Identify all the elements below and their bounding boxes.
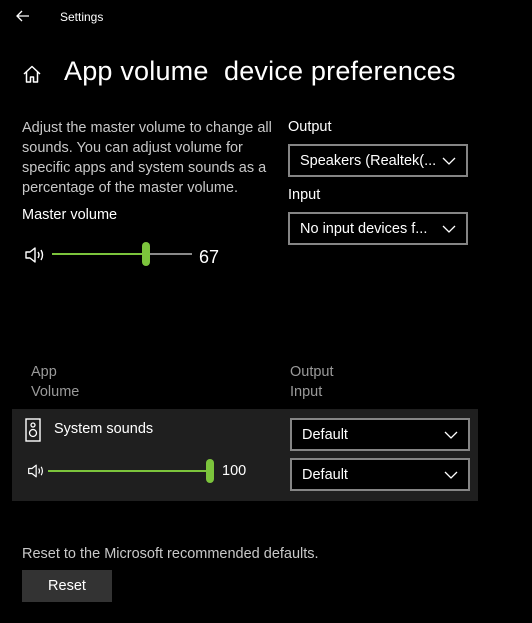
column-header-app: App Volume: [31, 362, 79, 402]
page-title: App volume device preferences: [64, 56, 456, 86]
chevron-down-icon: [442, 157, 456, 165]
master-volume-slider[interactable]: [52, 242, 192, 266]
description-text: Adjust the master volume to change all s…: [22, 120, 272, 196]
app-slider-thumb[interactable]: [206, 459, 214, 483]
input-device-value: No input devices f...: [300, 220, 428, 237]
system-sounds-icon: [25, 418, 41, 442]
home-icon[interactable]: [22, 64, 42, 84]
output-device-dropdown[interactable]: Speakers (Realtek(...: [288, 144, 468, 177]
input-label: Input: [288, 187, 321, 203]
output-label: Output: [288, 119, 332, 135]
chevron-down-icon: [444, 431, 458, 439]
app-output-dropdown[interactable]: Default: [290, 418, 470, 451]
header-input: Input: [290, 384, 323, 400]
header-app: App: [31, 364, 57, 380]
chevron-down-icon: [444, 471, 458, 479]
app-output-value: Default: [302, 426, 348, 443]
app-volume-slider[interactable]: [48, 459, 214, 483]
output-device-value: Speakers (Realtek(...: [300, 152, 437, 169]
back-arrow-icon[interactable]: [13, 6, 33, 26]
speaker-icon[interactable]: [24, 245, 48, 265]
reset-button[interactable]: Reset: [22, 570, 112, 602]
app-name: System sounds: [54, 421, 154, 437]
input-device-dropdown[interactable]: No input devices f...: [288, 212, 468, 245]
header-volume: Volume: [31, 384, 80, 400]
column-header-device: Output Input: [290, 362, 334, 402]
window-title: Settings: [60, 10, 104, 24]
master-volume-value: 67: [199, 247, 220, 267]
master-slider-fill: [52, 253, 146, 255]
master-slider-thumb[interactable]: [142, 242, 150, 266]
master-volume-label: Master volume: [22, 207, 118, 223]
speaker-icon[interactable]: [27, 462, 47, 480]
header-output: Output: [290, 364, 334, 380]
app-slider-fill: [48, 470, 214, 472]
app-input-value: Default: [302, 466, 348, 483]
reset-description: Reset to the Microsoft recommended defau…: [22, 546, 319, 562]
app-volume-value: 100: [222, 463, 247, 479]
app-input-dropdown[interactable]: Default: [290, 458, 470, 491]
chevron-down-icon: [442, 225, 456, 233]
